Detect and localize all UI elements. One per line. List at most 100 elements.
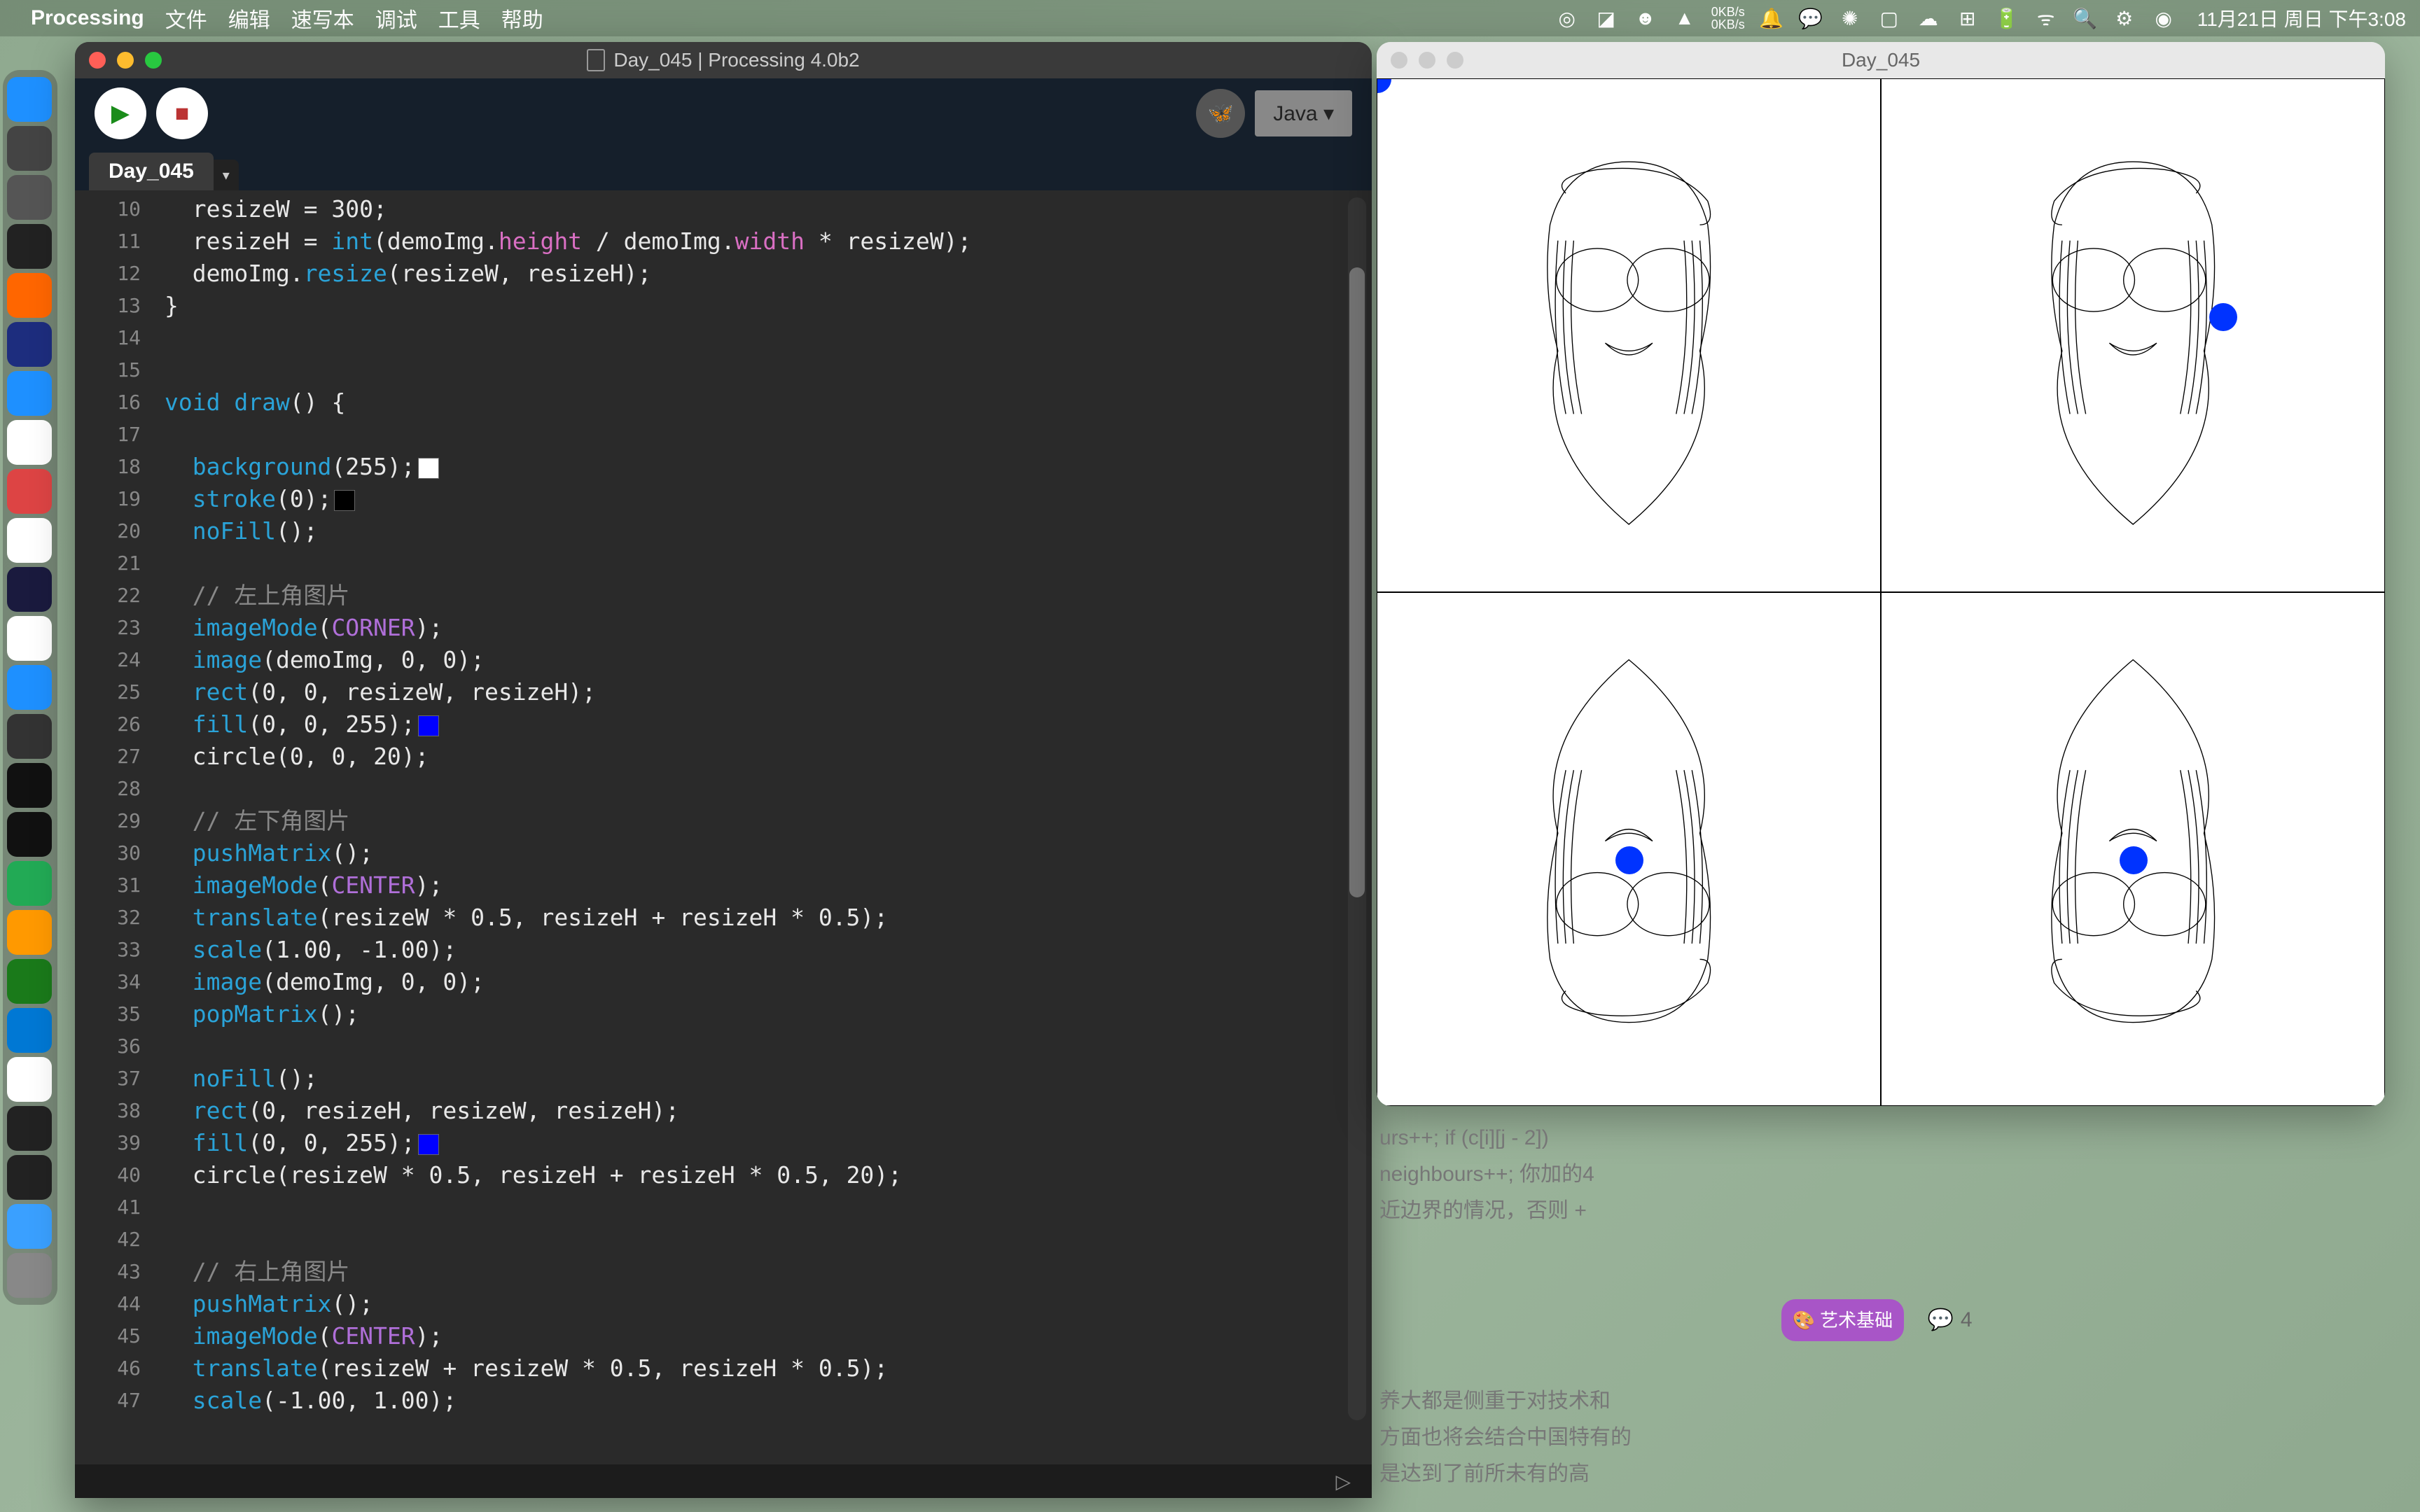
code-line[interactable]: circle(resizeW * 0.5, resizeH + resizeH …	[165, 1159, 1372, 1191]
debug-button[interactable]: 🦋	[1196, 89, 1245, 138]
dock-term[interactable]	[7, 812, 52, 857]
code-line[interactable]: // 左上角图片	[165, 580, 1372, 612]
code-line[interactable]: scale(-1.00, 1.00);	[165, 1385, 1372, 1417]
dock-blue1[interactable]	[7, 371, 52, 416]
dock-note[interactable]	[7, 1057, 52, 1102]
vertical-scrollbar[interactable]	[1348, 197, 1366, 1420]
code-line[interactable]	[165, 1030, 1372, 1063]
code-line[interactable]: scale(1.00, -1.00);	[165, 934, 1372, 966]
code-line[interactable]	[165, 773, 1372, 805]
dock-settings[interactable]	[7, 175, 52, 220]
tray-icon[interactable]: ▲	[1672, 6, 1697, 31]
code-line[interactable]: resizeH = int(demoImg.height / demoImg.w…	[165, 225, 1372, 258]
code-line[interactable]	[165, 419, 1372, 451]
dock-finder[interactable]	[7, 77, 52, 122]
battery-icon[interactable]: 🔋	[1994, 6, 2019, 31]
menu-help[interactable]: 帮助	[501, 3, 543, 34]
run-button[interactable]: ▶	[95, 88, 146, 139]
menu-debug[interactable]: 调试	[375, 3, 417, 34]
code-line[interactable]: imageMode(CENTER);	[165, 869, 1372, 902]
code-line[interactable]: demoImg.resize(resizeW, resizeH);	[165, 258, 1372, 290]
code-line[interactable]: translate(resizeW * 0.5, resizeH + resiz…	[165, 902, 1372, 934]
code-line[interactable]: // 左下角图片	[165, 805, 1372, 837]
window-icon[interactable]: ▢	[1877, 6, 1902, 31]
dock-vim[interactable]	[7, 959, 52, 1004]
tab-sketch[interactable]: Day_045	[89, 153, 214, 190]
code-editor[interactable]: 1011121314151617181920212223242526272829…	[75, 190, 1372, 1464]
code-line[interactable]: }	[165, 290, 1372, 322]
code-line[interactable]: rect(0, 0, resizeW, resizeH);	[165, 676, 1372, 708]
dock-subl[interactable]	[7, 910, 52, 955]
tab-dropdown-icon[interactable]: ▾	[214, 160, 239, 190]
clock[interactable]: 11月21日 周日 下午3:08	[2197, 4, 2406, 32]
code-line[interactable]: pushMatrix();	[165, 1288, 1372, 1320]
code-line[interactable]: imageMode(CORNER);	[165, 612, 1372, 644]
code-line[interactable]	[165, 547, 1372, 580]
code-line[interactable]: image(demoImg, 0, 0);	[165, 644, 1372, 676]
code-line[interactable]: background(255);	[165, 451, 1372, 483]
control-center-icon[interactable]: ⚙	[2112, 6, 2137, 31]
dock-dark2[interactable]	[7, 1155, 52, 1200]
dock-launchpad[interactable]	[7, 126, 52, 171]
code-line[interactable]	[165, 1191, 1372, 1224]
app-name[interactable]: Processing	[31, 6, 144, 30]
grid-icon[interactable]: ⊞	[1955, 6, 1980, 31]
code-line[interactable]: popMatrix();	[165, 998, 1372, 1030]
comment-count[interactable]: 💬 4	[1927, 1302, 1972, 1338]
code-line[interactable]: fill(0, 0, 255);	[165, 1127, 1372, 1159]
code-line[interactable]: resizeW = 300;	[165, 193, 1372, 225]
code-line[interactable]: fill(0, 0, 255);	[165, 708, 1372, 741]
dock-processing[interactable]	[7, 224, 52, 269]
menu-file[interactable]: 文件	[165, 3, 207, 34]
stop-button[interactable]: ■	[156, 88, 208, 139]
bell-icon[interactable]: 🔔	[1759, 6, 1784, 31]
code-line[interactable]	[165, 354, 1372, 386]
code-line[interactable]: pushMatrix();	[165, 837, 1372, 869]
dock-chrome[interactable]	[7, 616, 52, 661]
dock-wps[interactable]	[7, 469, 52, 514]
code-line[interactable]: translate(resizeW + resizeW * 0.5, resiz…	[165, 1352, 1372, 1385]
tray-icon[interactable]: ◎	[1555, 6, 1580, 31]
ide-titlebar[interactable]: Day_045 | Processing 4.0b2	[75, 42, 1372, 78]
wechat-icon[interactable]: ✺	[1837, 6, 1863, 31]
footer-arrow-icon[interactable]: ▷	[1335, 1470, 1351, 1493]
code-line[interactable]: image(demoImg, 0, 0);	[165, 966, 1372, 998]
code-line[interactable]: noFill();	[165, 1063, 1372, 1095]
code-line[interactable]	[165, 1224, 1372, 1256]
dock-trash[interactable]	[7, 1253, 52, 1298]
dock-blue2[interactable]	[7, 861, 52, 906]
dock-dark1[interactable]	[7, 1106, 52, 1151]
dock-text[interactable]	[7, 518, 52, 563]
wifi-icon[interactable]: ᯤ	[2033, 6, 2059, 31]
code-line[interactable]: void draw() {	[165, 386, 1372, 419]
mode-selector[interactable]: Java ▾	[1255, 90, 1352, 136]
dock-grey[interactable]	[7, 714, 52, 759]
menu-edit[interactable]: 编辑	[228, 3, 270, 34]
scrollbar-thumb[interactable]	[1349, 267, 1365, 897]
code-line[interactable]: noFill();	[165, 515, 1372, 547]
code-line[interactable]: rect(0, resizeH, resizeW, resizeH);	[165, 1095, 1372, 1127]
category-badge[interactable]: 🎨 艺术基础	[1781, 1299, 1905, 1341]
code-line[interactable]: stroke(0);	[165, 483, 1372, 515]
code-line[interactable]: imageMode(CENTER);	[165, 1320, 1372, 1352]
menu-sketch[interactable]: 速写本	[291, 3, 354, 34]
code-line[interactable]: circle(0, 0, 20);	[165, 741, 1372, 773]
cloud-icon[interactable]: ☁	[1916, 6, 1941, 31]
search-icon[interactable]: 🔍	[2073, 6, 2098, 31]
siri-icon[interactable]: ◉	[2151, 6, 2176, 31]
dock-black[interactable]	[7, 763, 52, 808]
dock-folder[interactable]	[7, 1204, 52, 1249]
dock-orange1[interactable]	[7, 273, 52, 318]
dock-qq[interactable]	[7, 420, 52, 465]
sketch-titlebar[interactable]: Day_045	[1377, 42, 2385, 78]
dock-safari[interactable]	[7, 665, 52, 710]
tray-icon[interactable]: ☻	[1633, 6, 1658, 31]
dock-an[interactable]	[7, 322, 52, 367]
code-content[interactable]: resizeW = 300; resizeH = int(demoImg.hei…	[152, 190, 1372, 1464]
chat-icon[interactable]: 💬	[1798, 6, 1823, 31]
menu-tools[interactable]: 工具	[438, 3, 480, 34]
code-line[interactable]	[165, 322, 1372, 354]
code-line[interactable]: // 右上角图片	[165, 1256, 1372, 1288]
tray-icon[interactable]: ◪	[1594, 6, 1619, 31]
dock-ae[interactable]	[7, 567, 52, 612]
